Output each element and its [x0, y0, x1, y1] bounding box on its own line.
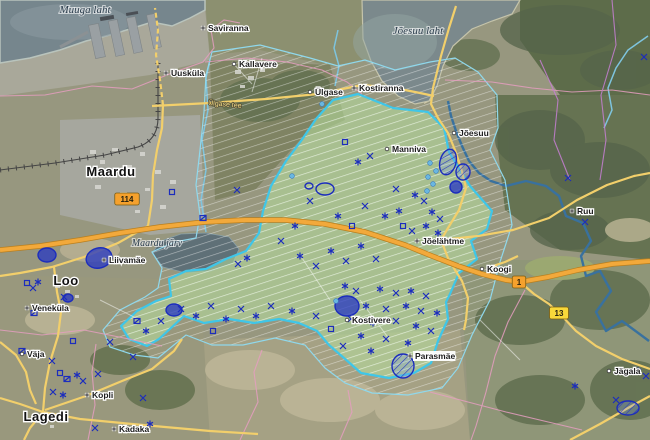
svg-text:13: 13 [555, 309, 564, 318]
monument-marker [290, 174, 295, 179]
monument-marker [431, 182, 436, 187]
monument-area [38, 248, 56, 262]
svg-text:Uusküla: Uusküla [171, 68, 204, 78]
monument-area [456, 164, 470, 180]
svg-text:Koogi: Koogi [487, 264, 511, 274]
svg-text:Kopli: Kopli [92, 390, 113, 400]
place-label: Liivamäe [102, 255, 146, 265]
city-label: Loo [53, 273, 78, 288]
svg-text:Kallavere: Kallavere [239, 59, 277, 69]
place-label: Veneküla [25, 303, 70, 313]
place-label: Jõelähtme [415, 236, 465, 246]
monument-marker [334, 299, 339, 304]
svg-text:Ülgase: Ülgase [315, 87, 343, 97]
place-label: Saviranna [201, 23, 249, 33]
svg-text:Väja: Väja [27, 349, 45, 359]
monument-marker [428, 161, 433, 166]
road-shield: 114 [115, 193, 140, 205]
monument-marker [434, 169, 439, 174]
svg-text:Ruu: Ruu [577, 206, 594, 216]
city-label: Lagedi [24, 409, 69, 424]
svg-text:1: 1 [517, 278, 522, 287]
place-label: Kostivere [345, 315, 391, 325]
monument-area [617, 401, 639, 415]
place-label: Parasmäe [408, 351, 456, 361]
road-shield: 1 [512, 276, 526, 288]
svg-text:114: 114 [121, 195, 134, 204]
place-label: Kostiranna [352, 83, 404, 93]
svg-text:Liivamäe: Liivamäe [109, 255, 146, 265]
road-shield: 13 [550, 307, 569, 319]
place-label: Kallavere [232, 59, 277, 69]
monument-area [450, 181, 462, 193]
water-label: Maardu järv [131, 238, 183, 249]
map-canvas[interactable]: Ülgase tee Muuga lahtJõesuu lahtMaardu j… [0, 0, 650, 440]
water-label: Muuga laht [58, 4, 111, 16]
svg-text:Jõesuu: Jõesuu [459, 128, 489, 138]
svg-text:Jõelähtme: Jõelähtme [422, 236, 464, 246]
svg-text:Veneküla: Veneküla [32, 303, 69, 313]
svg-text:Kostivere: Kostivere [352, 315, 391, 325]
monument-marker [425, 189, 430, 194]
monument-marker [426, 175, 431, 180]
svg-text:Manniva: Manniva [392, 144, 426, 154]
monument-marker [320, 102, 325, 107]
place-label: Manniva [385, 144, 426, 154]
monument-area [335, 296, 359, 316]
svg-text:Jägala: Jägala [614, 366, 641, 376]
svg-text:Saviranna: Saviranna [208, 23, 249, 33]
svg-text:Kadaka: Kadaka [119, 424, 150, 434]
water-label: Jõesuu laht [393, 25, 444, 37]
svg-text:Parasmäe: Parasmäe [415, 351, 455, 361]
city-label: Maardu [86, 164, 135, 179]
svg-text:Kostiranna: Kostiranna [359, 83, 404, 93]
